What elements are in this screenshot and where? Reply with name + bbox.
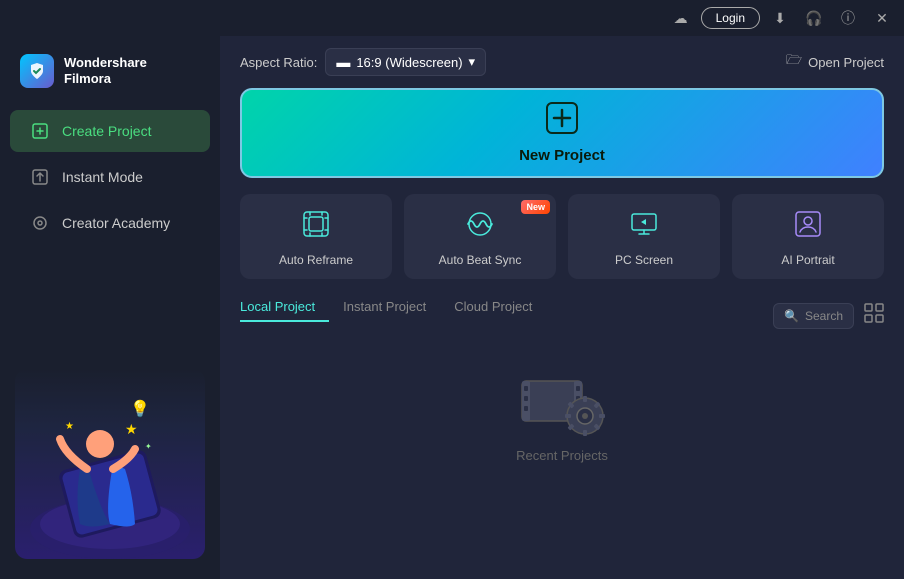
svg-text:★: ★ [125, 421, 138, 437]
auto-reframe-icon [302, 210, 330, 245]
tool-cards: Auto Reframe New Auto Beat Sync [220, 194, 904, 295]
help-icon[interactable]: ⓘ [834, 4, 862, 32]
auto-beat-sync-icon [466, 210, 494, 245]
open-project-label: Open Project [808, 55, 884, 70]
new-project-label: New Project [519, 147, 605, 164]
search-box[interactable]: 🔍 Search [773, 303, 854, 329]
sidebar-item-label: Creator Academy [62, 215, 170, 231]
login-button[interactable]: Login [701, 7, 760, 29]
cloud-icon[interactable]: ☁ [667, 4, 695, 32]
logo-text: Wondershare Filmora [64, 55, 147, 86]
auto-reframe-label: Auto Reframe [279, 253, 353, 267]
sidebar-item-create-project[interactable]: Create Project [10, 110, 210, 152]
svg-text:✦: ✦ [145, 442, 152, 451]
tab-instant-project[interactable]: Instant Project [329, 295, 440, 322]
aspect-ratio-selector: Aspect Ratio: ▬ 16:9 (Widescreen) ▾ [240, 48, 486, 76]
screen-icon: ▬ [336, 54, 350, 70]
tabs-row: Local Project Instant Project Cloud Proj… [240, 295, 884, 336]
close-button[interactable]: ✕ [868, 4, 896, 32]
ai-portrait-icon [794, 210, 822, 245]
illustration: ★ ★ ✦ 💡 [15, 369, 205, 559]
chevron-down-icon: ▾ [469, 54, 476, 70]
pc-screen-label: PC Screen [615, 253, 673, 267]
instant-mode-icon [30, 167, 50, 187]
main-layout: Wondershare Filmora Create Project Insta… [0, 36, 904, 579]
tool-card-auto-reframe[interactable]: Auto Reframe [240, 194, 392, 279]
new-project-banner[interactable]: New Project [240, 88, 884, 178]
project-tabs: Local Project Instant Project Cloud Proj… [240, 295, 546, 322]
content-header: Aspect Ratio: ▬ 16:9 (Widescreen) ▾ 🗁 Op… [220, 36, 904, 88]
logo-icon [20, 54, 54, 88]
new-project-plus-icon [546, 102, 578, 141]
tool-card-auto-beat-sync[interactable]: New Auto Beat Sync [404, 194, 556, 279]
projects-section: Local Project Instant Project Cloud Proj… [220, 295, 904, 579]
sidebar-item-label: Create Project [62, 123, 151, 139]
titlebar-actions: ☁ Login ⬇ 🎧 ⓘ ✕ [667, 4, 896, 32]
svg-text:💡: 💡 [130, 399, 150, 418]
sidebar-item-creator-academy[interactable]: Creator Academy [10, 202, 210, 244]
auto-beat-sync-label: Auto Beat Sync [439, 253, 522, 267]
headphone-icon[interactable]: 🎧 [800, 4, 828, 32]
aspect-ratio-value: 16:9 (Widescreen) [356, 55, 462, 70]
tab-local-project[interactable]: Local Project [240, 295, 329, 322]
pc-screen-icon [630, 210, 658, 245]
ai-portrait-label: AI Portrait [781, 253, 834, 267]
folder-icon: 🗁 [786, 51, 802, 73]
tool-card-ai-portrait[interactable]: AI Portrait [732, 194, 884, 279]
sidebar-item-label: Instant Mode [62, 169, 143, 185]
open-project-button[interactable]: 🗁 Open Project [786, 51, 884, 73]
svg-text:★: ★ [65, 421, 74, 432]
empty-state-label: Recent Projects [516, 448, 608, 463]
grid-view-icon[interactable] [864, 303, 884, 328]
aspect-ratio-dropdown[interactable]: ▬ 16:9 (Widescreen) ▾ [325, 48, 486, 76]
brand-name: Wondershare [64, 55, 147, 71]
create-project-icon [30, 121, 50, 141]
search-icon: 🔍 [784, 309, 799, 323]
titlebar: ☁ Login ⬇ 🎧 ⓘ ✕ [0, 0, 904, 36]
sidebar-illustration: ★ ★ ✦ 💡 [0, 359, 220, 569]
sidebar-item-instant-mode[interactable]: Instant Mode [10, 156, 210, 198]
new-badge: New [521, 200, 550, 214]
creator-academy-icon [30, 213, 50, 233]
product-name: Filmora [64, 71, 147, 87]
logo: Wondershare Filmora [0, 46, 220, 108]
content-area: Aspect Ratio: ▬ 16:9 (Widescreen) ▾ 🗁 Op… [220, 36, 904, 579]
aspect-ratio-label: Aspect Ratio: [240, 55, 317, 70]
tab-cloud-project[interactable]: Cloud Project [440, 295, 546, 322]
empty-film-icon [517, 366, 607, 436]
sidebar: Wondershare Filmora Create Project Insta… [0, 36, 220, 579]
download-icon[interactable]: ⬇ [766, 4, 794, 32]
tool-card-pc-screen[interactable]: PC Screen [568, 194, 720, 279]
empty-state: Recent Projects [240, 336, 884, 493]
search-placeholder: Search [805, 309, 843, 323]
